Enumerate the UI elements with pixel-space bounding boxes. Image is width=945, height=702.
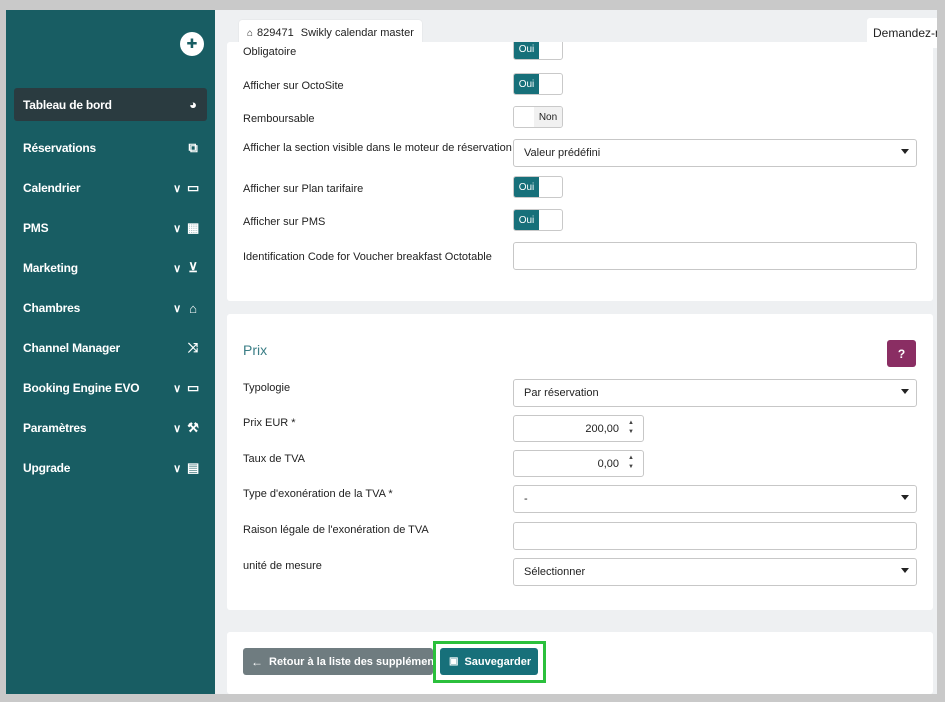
credit-card-icon: ▤ (186, 460, 200, 475)
field-label: Afficher sur OctoSite (243, 80, 344, 92)
field-label: Taux de TVA (243, 453, 305, 465)
toggle-on: Oui (514, 177, 539, 197)
toggle-on: Oui (514, 210, 539, 230)
wrench-icon: ⚒ (187, 420, 199, 435)
chevron-down-icon: ∨ (173, 182, 181, 195)
select-value: - (524, 493, 528, 505)
caret-down-icon (901, 568, 909, 573)
cart-icon: ⊻ (188, 260, 198, 275)
sidebar-item-booking-engine-evo[interactable]: Booking Engine EVO ∨ ▭ (14, 368, 207, 408)
unite-mesure-select[interactable]: Sélectionner (513, 558, 917, 586)
sidebar-item-channel-manager[interactable]: Channel Manager ⤨ (14, 328, 207, 368)
options-panel: Obligatoire Oui Afficher sur OctoSite Ou… (227, 42, 933, 301)
caret-down-icon (901, 389, 909, 394)
tags-icon: ⧉ (188, 140, 198, 155)
prix-input[interactable]: 200,00 ▲ ▼ (513, 415, 644, 442)
voucher-code-input[interactable] (513, 242, 917, 270)
sidebar-item-label: Channel Manager (23, 341, 121, 355)
raison-legale-input[interactable] (513, 522, 917, 550)
arrow-left-icon: ← (251, 654, 263, 669)
back-to-list-button[interactable]: ← Retour à la liste des suppléments (243, 648, 444, 675)
prix-value: 200,00 (585, 423, 619, 435)
back-button-label: Retour à la liste des suppléments (269, 655, 444, 668)
monitor-icon: ▭ (186, 380, 200, 395)
chevron-down-icon: ∨ (173, 462, 181, 475)
select-value: Par réservation (524, 387, 599, 399)
property-name: Swikly calendar master (300, 27, 414, 39)
tachometer-icon: ◕ (189, 97, 197, 112)
field-label: Identification Code for Voucher breakfas… (243, 251, 492, 263)
sidebar: ✚ Tableau de bord ◕ Réservations ⧉ Calen… (6, 10, 215, 694)
chevron-down-icon: ∨ (173, 422, 181, 435)
octosite-toggle[interactable]: Oui (513, 73, 563, 95)
calendar-grid-icon: ▦ (186, 220, 200, 235)
select-value: Sélectionner (524, 566, 586, 578)
spinner-icon[interactable]: ▲ ▼ (627, 454, 635, 472)
sidebar-item-chambres[interactable]: Chambres ∨ ⌂ (14, 288, 207, 328)
field-label: Raison légale de l'exonération de TVA (243, 524, 429, 536)
field-label: Afficher sur PMS (243, 216, 326, 228)
field-label: Remboursable (243, 113, 315, 125)
spinner-icon[interactable]: ▲ ▼ (627, 419, 635, 437)
home-icon: ⌂ (189, 300, 197, 316)
chevron-down-icon: ∨ (173, 302, 181, 315)
remboursable-toggle[interactable]: Non (513, 106, 563, 128)
sidebar-item-label: Réservations (23, 141, 96, 155)
sidebar-item-label: Tableau de bord (23, 97, 112, 112)
sidebar-item-pms[interactable]: PMS ∨ ▦ (14, 208, 207, 248)
sidebar-item-calendrier[interactable]: Calendrier ∨ ▭ (14, 168, 207, 208)
sidebar-item-upgrade[interactable]: Upgrade ∨ ▤ (14, 448, 207, 488)
calendar-icon: ▭ (186, 180, 200, 195)
toggle-off: Non (534, 107, 562, 127)
field-label: Typologie (243, 382, 291, 394)
tva-value: 0,00 (597, 458, 619, 470)
chevron-down-icon: ∨ (173, 262, 181, 275)
field-label: Obligatoire (243, 46, 297, 58)
app-window: ✚ Tableau de bord ◕ Réservations ⧉ Calen… (6, 10, 937, 694)
exoneration-select[interactable]: - (513, 485, 917, 513)
section-visible-select[interactable]: Valeur prédéfini (513, 139, 917, 167)
toggle-knob (514, 107, 536, 127)
shuffle-icon: ⤨ (187, 340, 199, 355)
field-label: Afficher la section visible dans le mote… (243, 142, 512, 154)
sidebar-nav: Tableau de bord ◕ Réservations ⧉ Calendr… (14, 88, 207, 488)
sidebar-item-marketing[interactable]: Marketing ∨ ⊻ (14, 248, 207, 288)
field-label: Prix EUR * (243, 417, 296, 429)
property-id: 829471 (257, 27, 294, 39)
price-panel: Prix ? Typologie Par réservation Prix EU… (227, 314, 933, 610)
pms-toggle[interactable]: Oui (513, 209, 563, 231)
save-button-label: Sauvegarder (464, 655, 532, 668)
field-label: Afficher sur Plan tarifaire (243, 183, 364, 195)
sidebar-item-reservations[interactable]: Réservations ⧉ (14, 128, 207, 168)
tva-input[interactable]: 0,00 ▲ ▼ (513, 450, 644, 477)
plan-tarifaire-toggle[interactable]: Oui (513, 176, 563, 198)
toggle-on: Oui (514, 74, 539, 94)
chevron-down-icon: ∨ (173, 222, 181, 235)
floppy-disk-icon: ▣ (449, 656, 459, 667)
help-button[interactable]: ? (887, 340, 916, 367)
sidebar-item-tableau-de-bord[interactable]: Tableau de bord ◕ (14, 88, 207, 121)
section-title: Prix (243, 342, 268, 358)
toggle-on: Oui (514, 42, 539, 59)
home-icon: ⌂ (247, 27, 254, 39)
caret-down-icon (901, 149, 909, 154)
actions-panel: ← Retour à la liste des suppléments ▣ Sa… (227, 632, 933, 694)
caret-down-icon (901, 495, 909, 500)
select-value: Valeur prédéfini (524, 147, 601, 159)
chevron-down-icon: ∨ (173, 382, 181, 395)
save-button[interactable]: ▣ Sauvegarder (440, 648, 538, 675)
typologie-select[interactable]: Par réservation (513, 379, 917, 407)
field-label: Type d'exonération de la TVA * (243, 488, 393, 500)
obligatoire-toggle[interactable]: Oui (513, 42, 563, 60)
pushpin-icon[interactable]: ✚ (180, 32, 204, 56)
field-label: unité de mesure (243, 560, 322, 572)
sidebar-item-parametres[interactable]: Paramètres ∨ ⚒ (14, 408, 207, 448)
